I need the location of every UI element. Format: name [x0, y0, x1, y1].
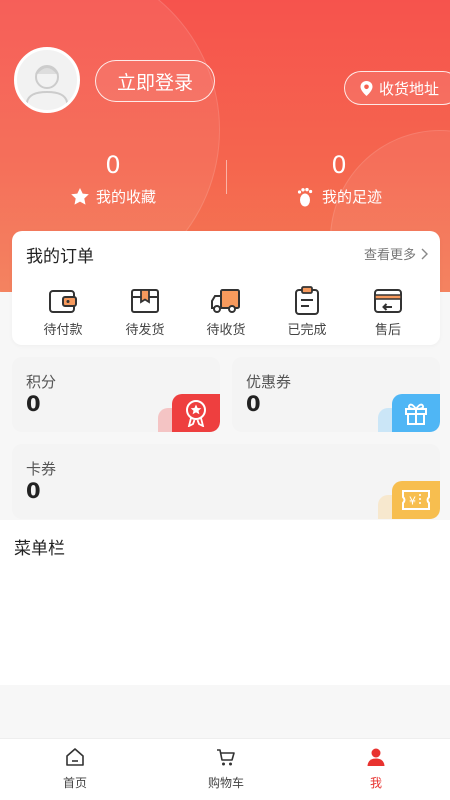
order-after-sales[interactable]: 售后 — [355, 286, 421, 338]
orders-card: 我的订单 查看更多 待付款 待发货 待收货 已完成 售后 — [12, 231, 440, 345]
points-card[interactable]: 积分 0 — [12, 357, 220, 432]
order-pending-payment[interactable]: 待付款 — [30, 286, 96, 338]
truck-icon — [211, 289, 240, 313]
package-icon — [131, 289, 159, 313]
medal-icon — [186, 400, 206, 427]
location-pin-icon — [360, 80, 373, 96]
footprint-icon — [297, 187, 313, 206]
user-icon — [367, 748, 385, 766]
home-icon — [66, 748, 84, 766]
menu-title: 菜单栏 — [14, 539, 65, 559]
avatar[interactable] — [14, 47, 80, 113]
coupons-label: 优惠券 — [246, 373, 292, 391]
footprints-count: 0 — [331, 151, 347, 179]
tab-label: 我 — [369, 776, 382, 790]
coupons-card[interactable]: 优惠券 0 — [232, 357, 440, 432]
cards-card[interactable]: 卡券 0 ¥ — [12, 444, 440, 519]
address-label: 收货地址 — [379, 79, 440, 98]
login-button[interactable]: 立即登录 — [95, 60, 215, 102]
bottom-tabbar: 首页 购物车 我 — [0, 738, 450, 800]
return-icon — [374, 289, 402, 313]
orders-more-link[interactable]: 查看更多 — [364, 244, 428, 263]
order-label: 已完成 — [287, 323, 327, 338]
order-to-receive[interactable]: 待收货 — [193, 286, 259, 338]
order-label: 待发货 — [125, 323, 165, 338]
tab-label: 购物车 — [207, 776, 244, 790]
coupons-value: 0 — [246, 392, 261, 416]
tab-home[interactable]: 首页 — [25, 747, 125, 791]
tab-cart[interactable]: 购物车 — [176, 747, 276, 791]
order-label: 待收货 — [206, 323, 246, 338]
points-label: 积分 — [26, 373, 57, 391]
order-label: 售后 — [374, 323, 401, 338]
cards-label: 卡券 — [26, 460, 57, 478]
points-badge — [172, 394, 220, 432]
ticket-icon: ¥ — [402, 490, 430, 510]
gift-icon — [405, 403, 427, 425]
coupons-badge — [392, 394, 440, 432]
chevron-right-icon — [421, 248, 428, 259]
svg-text:¥: ¥ — [409, 495, 416, 508]
orders-more-label: 查看更多 — [363, 248, 416, 263]
footprints-label: 我的足迹 — [321, 188, 382, 206]
tab-label: 首页 — [62, 776, 87, 790]
address-button[interactable]: 收货地址 — [344, 71, 450, 105]
points-value: 0 — [26, 392, 41, 416]
default-avatar-icon — [26, 65, 68, 110]
wallet-icon — [49, 290, 77, 313]
cards-value: 0 — [26, 479, 41, 503]
order-completed[interactable]: 已完成 — [274, 286, 340, 338]
cards-badge: ¥ — [392, 481, 440, 519]
order-to-ship[interactable]: 待发货 — [112, 286, 178, 338]
menu-section — [0, 520, 450, 685]
star-icon — [71, 188, 89, 205]
clipboard-icon — [295, 286, 319, 315]
tab-me[interactable]: 我 — [326, 747, 426, 791]
stats-divider — [226, 160, 227, 194]
order-label: 待付款 — [43, 323, 83, 338]
cart-icon — [217, 749, 235, 766]
favorites-stat[interactable]: 0 我的收藏 — [23, 150, 203, 207]
favorites-count: 0 — [105, 151, 121, 179]
footprints-stat[interactable]: 0 我的足迹 — [249, 150, 429, 207]
favorites-label: 我的收藏 — [95, 188, 156, 206]
orders-title: 我的订单 — [26, 247, 94, 267]
